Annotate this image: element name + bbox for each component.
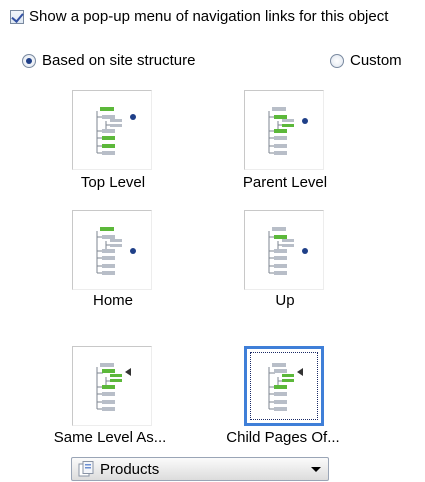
child-pages-of-thumbnail[interactable] [244,346,324,426]
home-tree-icon [96,227,136,275]
parent-level-tree-icon [268,107,308,155]
radio-custom[interactable]: Custom [330,52,402,69]
radio-site-structure[interactable]: Based on site structure [22,52,195,69]
popup-menu-checkbox-row[interactable]: Show a pop-up menu of navigation links f… [10,8,388,25]
radio-custom-label: Custom [350,52,402,69]
page-select-dropdown[interactable]: Products [71,457,329,481]
popup-menu-checkbox[interactable] [10,9,24,24]
home-thumbnail[interactable] [72,210,152,290]
popup-menu-checkbox-label: Show a pop-up menu of navigation links f… [29,8,389,25]
radio-site-structure-indicator[interactable] [22,53,36,68]
pages-icon [78,461,96,477]
same-level-as-thumbnail[interactable] [72,346,152,426]
child-pages-of-label: Child Pages Of... [226,429,340,446]
same-level-tree-icon [96,363,131,411]
chevron-down-icon[interactable] [311,467,321,472]
top-level-label: Top Level [80,174,146,191]
top-level-thumbnail[interactable] [72,90,152,170]
radio-custom-indicator[interactable] [330,53,344,68]
parent-level-thumbnail[interactable] [244,90,324,170]
radio-site-structure-label: Based on site structure [42,52,196,69]
parent-level-label: Parent Level [242,174,328,191]
up-thumbnail[interactable] [244,210,324,290]
child-pages-tree-icon [268,363,303,411]
same-level-as-label: Same Level As... [53,429,167,446]
top-level-tree-icon [96,107,136,155]
dropdown-selected-value: Products [100,460,160,478]
home-label: Home [92,292,134,309]
up-tree-icon [268,227,308,275]
up-label: Up [275,292,295,309]
